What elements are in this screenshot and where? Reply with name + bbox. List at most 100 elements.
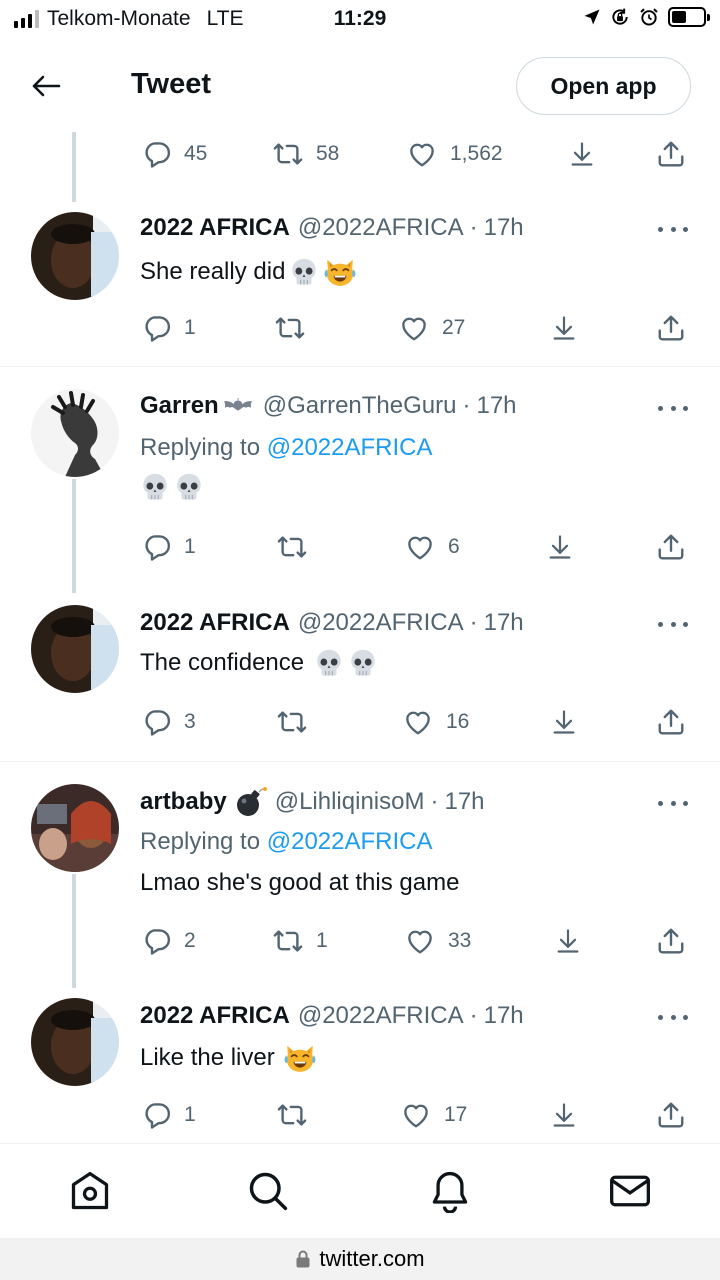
retweet-icon	[276, 532, 308, 562]
like-count: 1,562	[450, 142, 503, 165]
download-button[interactable]	[550, 1098, 578, 1132]
like-button[interactable]: 16	[402, 705, 469, 739]
back-button[interactable]	[28, 70, 64, 102]
display-name[interactable]: 2022 AFRICA	[140, 214, 290, 242]
more-options-icon[interactable]	[658, 403, 688, 413]
timestamp[interactable]: 17h	[476, 392, 516, 420]
home-icon	[71, 1171, 109, 1210]
share-button[interactable]	[656, 311, 686, 345]
like-button[interactable]: 27	[398, 311, 465, 345]
more-options-icon[interactable]	[658, 798, 688, 808]
display-name[interactable]: Garren	[140, 392, 219, 420]
like-button[interactable]: 6	[404, 530, 460, 564]
avatar[interactable]	[31, 784, 119, 872]
crying-laughing-cat-emoji-icon	[283, 1041, 317, 1075]
nav-home[interactable]	[68, 1169, 112, 1213]
url-text: twitter.com	[319, 1246, 425, 1271]
reply-icon	[142, 313, 172, 343]
reply-tweet[interactable]: 2022 AFRICA @2022AFRICA · 17h The confid…	[0, 593, 720, 762]
nav-messages[interactable]	[608, 1169, 652, 1213]
retweet-button[interactable]	[276, 530, 320, 564]
heart-icon	[402, 707, 434, 737]
timestamp[interactable]: 17h	[484, 1002, 524, 1030]
avatar[interactable]	[31, 605, 119, 693]
separator-dot: ·	[469, 214, 478, 241]
nav-search[interactable]	[246, 1169, 290, 1213]
reply-icon	[142, 926, 172, 956]
alarm-icon	[640, 8, 658, 26]
more-options-icon[interactable]	[658, 224, 688, 234]
retweet-button[interactable]: 1	[272, 924, 328, 958]
retweet-button[interactable]: 58	[272, 137, 339, 171]
reply-tweet[interactable]: artbaby @LihliqinisoM · 17h Replying to …	[0, 762, 720, 988]
parent-tweet-partial: 45 58 1,562	[0, 132, 720, 202]
notifications-bell-icon	[432, 1171, 468, 1213]
avatar[interactable]	[31, 212, 119, 300]
bottom-navigation	[0, 1143, 720, 1238]
tweet-text: She really did	[140, 258, 286, 285]
reply-button[interactable]: 2	[142, 924, 196, 958]
share-button[interactable]	[656, 137, 686, 171]
user-handle[interactable]: @2022AFRICA	[298, 1002, 464, 1030]
replying-to-label: Replying to	[140, 828, 261, 855]
reply-tweet[interactable]: Garren @GarrenTheGuru · 17h Replying to …	[0, 367, 720, 593]
like-button[interactable]: 17	[400, 1098, 467, 1132]
timestamp[interactable]: 17h	[484, 214, 524, 242]
retweet-button[interactable]	[274, 311, 318, 345]
download-button[interactable]	[568, 137, 596, 171]
retweet-button[interactable]	[276, 705, 320, 739]
reply-button[interactable]: 1	[142, 311, 196, 345]
reply-tweet[interactable]: 2022 AFRICA @2022AFRICA · 17h Like the l…	[0, 988, 720, 1143]
arrow-left-icon	[32, 75, 61, 97]
timestamp[interactable]: 17h	[484, 609, 524, 637]
skull-emoji-icon	[314, 648, 344, 678]
mention-link[interactable]: @2022AFRICA	[267, 828, 433, 855]
avatar[interactable]	[31, 998, 119, 1086]
share-button[interactable]	[656, 924, 686, 958]
replying-to: Replying to @2022AFRICA	[140, 434, 433, 462]
mention-link[interactable]: @2022AFRICA	[267, 434, 433, 461]
timestamp[interactable]: 17h	[444, 788, 484, 816]
user-handle[interactable]: @2022AFRICA	[298, 214, 464, 242]
nav-notifications[interactable]	[428, 1169, 472, 1213]
reply-button[interactable]: 3	[142, 705, 196, 739]
open-app-button[interactable]: Open app	[516, 57, 691, 115]
user-handle[interactable]: @LihliqinisoM	[275, 788, 425, 816]
like-count: 27	[442, 316, 466, 339]
share-button[interactable]	[656, 705, 686, 739]
battery-icon	[668, 7, 710, 27]
like-button[interactable]: 33	[404, 924, 471, 958]
crying-laughing-cat-emoji-icon	[323, 255, 357, 289]
reply-button[interactable]: 1	[142, 530, 196, 564]
download-button[interactable]	[550, 705, 578, 739]
avatar[interactable]	[31, 389, 119, 477]
share-button[interactable]	[656, 1098, 686, 1132]
user-handle[interactable]: @2022AFRICA	[298, 609, 464, 637]
display-name[interactable]: 2022 AFRICA	[140, 1002, 290, 1030]
share-button[interactable]	[656, 530, 686, 564]
separator-dot: ·	[462, 392, 471, 419]
heart-icon	[404, 926, 436, 956]
reply-button[interactable]: 45	[142, 137, 207, 171]
reply-button[interactable]: 1	[142, 1098, 196, 1132]
download-button[interactable]	[546, 530, 574, 564]
rotation-lock-icon	[612, 8, 628, 25]
reply-count: 1	[184, 316, 196, 339]
browser-url-bar[interactable]: twitter.com	[0, 1238, 720, 1280]
retweet-icon	[272, 139, 304, 169]
user-handle[interactable]: @GarrenTheGuru	[263, 392, 457, 420]
download-button[interactable]	[554, 924, 582, 958]
more-options-icon[interactable]	[658, 1012, 688, 1022]
separator-dot: ·	[430, 788, 439, 815]
reply-icon	[142, 139, 172, 169]
location-arrow-icon	[584, 9, 600, 25]
download-button[interactable]	[550, 311, 578, 345]
reply-tweet[interactable]: 2022 AFRICA @2022AFRICA · 17h She really…	[0, 202, 720, 367]
separator-dot: ·	[469, 1002, 478, 1029]
like-button[interactable]: 1,562	[406, 137, 503, 171]
more-options-icon[interactable]	[658, 619, 688, 629]
reply-count: 1	[184, 1103, 196, 1126]
retweet-button[interactable]	[276, 1098, 320, 1132]
display-name[interactable]: 2022 AFRICA	[140, 609, 290, 637]
display-name[interactable]: artbaby	[140, 788, 227, 816]
